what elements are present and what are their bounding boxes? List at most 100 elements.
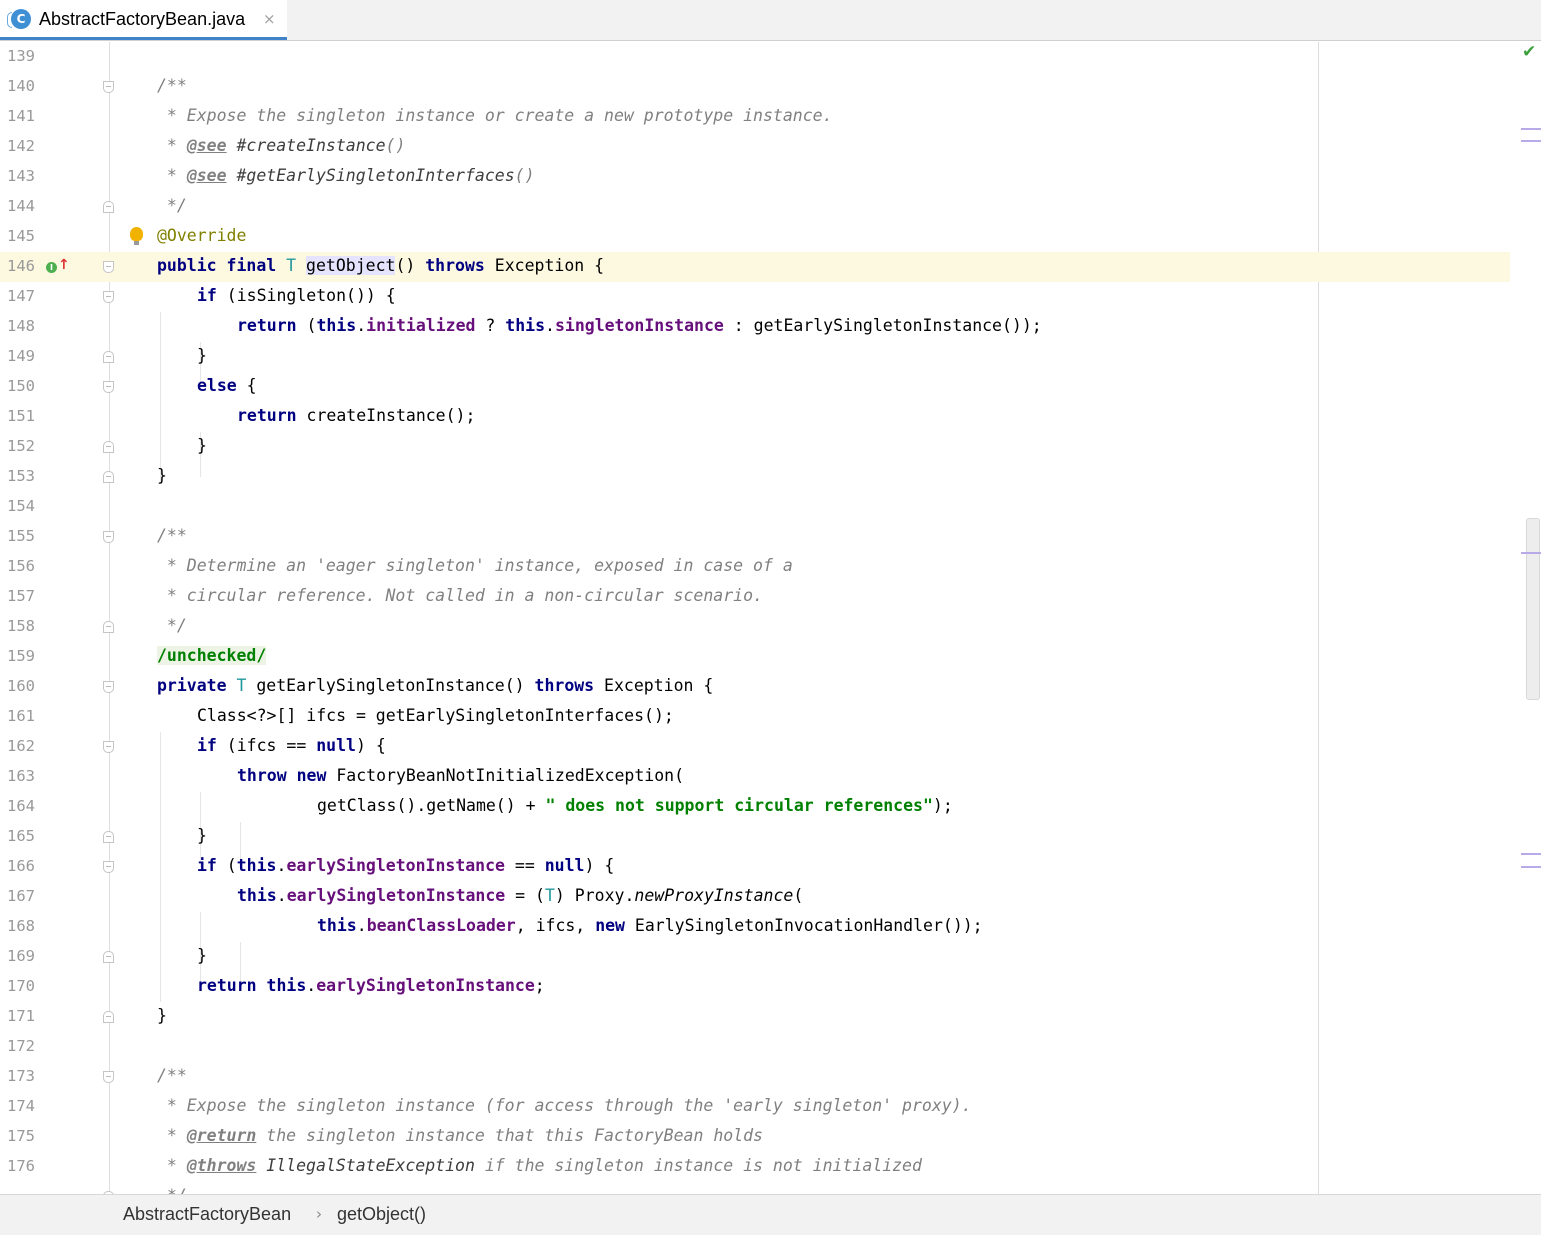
code-text: . xyxy=(276,856,287,875)
field: earlySingletonInstance xyxy=(286,886,506,905)
current-line: 146 I ↑ public final T getObject() throw… xyxy=(0,252,1510,282)
line-number: 172 xyxy=(7,1037,35,1055)
scrollbar-thumb[interactable] xyxy=(1526,518,1540,700)
fold-icon[interactable] xyxy=(103,351,114,363)
keyword: public xyxy=(157,256,217,275)
error-stripe-mark[interactable] xyxy=(1521,866,1541,868)
folded-annotation[interactable]: /unchecked/ xyxy=(157,646,267,665)
comment: () xyxy=(514,166,535,185)
comment: () xyxy=(385,136,406,155)
keyword: else xyxy=(197,376,237,395)
code-text: () xyxy=(395,256,426,275)
line-number: 154 xyxy=(7,497,35,515)
error-stripe-mark[interactable] xyxy=(1521,128,1541,130)
fold-icon[interactable] xyxy=(103,201,114,213)
fold-icon[interactable] xyxy=(103,1071,114,1083)
tab-abstractfactorybean[interactable]: C AbstractFactoryBean.java × xyxy=(0,0,287,40)
error-stripe-mark[interactable] xyxy=(1521,552,1541,554)
keyword: this xyxy=(505,316,546,335)
check-icon[interactable]: ✔ xyxy=(1522,42,1536,62)
code-line: 140 /** xyxy=(0,72,1510,102)
code-line: 168 this.beanClassLoader, ifcs, new Earl… xyxy=(0,912,1510,942)
keyword: new xyxy=(595,916,625,935)
code-editor[interactable]: 139 140 /** 141 * Expose the singleton i… xyxy=(0,42,1541,1194)
code-text: Exception { xyxy=(484,256,605,275)
comment: /** xyxy=(157,1066,187,1085)
fold-icon[interactable] xyxy=(103,951,114,963)
fold-icon[interactable] xyxy=(103,471,114,483)
fold-icon[interactable] xyxy=(103,831,114,843)
comment: * Expose the singleton instance or creat… xyxy=(157,106,833,125)
comment: * Expose the singleton instance (for acc… xyxy=(157,1096,972,1115)
keyword: if xyxy=(197,736,217,755)
keyword: private xyxy=(157,676,227,695)
error-stripe-mark[interactable] xyxy=(1521,853,1541,855)
code-line: 149 } xyxy=(0,342,1510,372)
field: beanClassLoader xyxy=(366,916,516,935)
line-number: 167 xyxy=(7,887,35,905)
code-text: Class<?>[] ifcs = getEarlySingletonInter… xyxy=(197,706,674,725)
implements-method-icon[interactable]: I xyxy=(46,262,57,273)
code-line: 169 } xyxy=(0,942,1510,972)
code-text: { xyxy=(236,376,257,395)
up-arrow-icon[interactable]: ↑ xyxy=(58,257,70,273)
code-line: 175 * @return the singleton instance tha… xyxy=(0,1122,1510,1152)
error-stripe-mark[interactable] xyxy=(1521,140,1541,142)
close-icon[interactable]: × xyxy=(263,10,276,28)
line-number: 150 xyxy=(7,377,35,395)
breadcrumb-class[interactable]: AbstractFactoryBean xyxy=(123,1204,291,1225)
comment: * circular reference. Not called in a no… xyxy=(157,586,763,605)
keyword: throws xyxy=(534,676,595,695)
fold-icon[interactable] xyxy=(103,291,114,303)
annotation: @Override xyxy=(157,226,247,245)
comment: * xyxy=(157,1126,187,1145)
fold-icon[interactable] xyxy=(103,681,114,693)
line-number: 176 xyxy=(7,1157,35,1175)
code-line: 165 } xyxy=(0,822,1510,852)
javadoc-ref: IllegalStateException xyxy=(256,1156,475,1175)
line-number: 164 xyxy=(7,797,35,815)
fold-icon[interactable] xyxy=(103,741,114,753)
javadoc-tag: @return xyxy=(186,1126,257,1145)
line-number: 175 xyxy=(7,1127,35,1145)
type-parameter: T xyxy=(286,256,297,275)
line-number: 159 xyxy=(7,647,35,665)
line-number: 153 xyxy=(7,467,35,485)
fold-icon[interactable] xyxy=(103,531,114,543)
code-line: 155 /** xyxy=(0,522,1510,552)
code-text: EarlySingletonInvocationHandler()); xyxy=(625,916,983,935)
keyword: null xyxy=(544,856,585,875)
code-text: FactoryBeanNotInitializedException( xyxy=(326,766,685,785)
line-number: 142 xyxy=(7,137,35,155)
method-name: getObject xyxy=(306,256,396,275)
line-number: 140 xyxy=(7,77,35,95)
chevron-right-icon: › xyxy=(316,1205,322,1223)
code-line: 172 xyxy=(0,1032,1510,1062)
keyword: this xyxy=(236,856,277,875)
tab-title: AbstractFactoryBean.java xyxy=(39,9,246,29)
code-line: 145 @Override xyxy=(0,222,1510,252)
fold-icon[interactable] xyxy=(103,441,114,453)
fold-icon[interactable] xyxy=(103,261,114,273)
line-number: 156 xyxy=(7,557,35,575)
fold-icon[interactable] xyxy=(103,381,114,393)
line-number: 139 xyxy=(7,47,35,65)
fold-icon[interactable] xyxy=(103,1011,114,1023)
comment: /** xyxy=(157,526,187,545)
keyword: return xyxy=(197,976,257,995)
code-line: 156 * Determine an 'eager singleton' ins… xyxy=(0,552,1510,582)
comment: /** xyxy=(157,76,187,95)
code-line: 161 Class<?>[] ifcs = getEarlySingletonI… xyxy=(0,702,1510,732)
code-text: . xyxy=(545,316,555,335)
breadcrumb-method[interactable]: getObject() xyxy=(337,1204,426,1225)
fold-icon[interactable] xyxy=(103,861,114,873)
string-literal: " does not support circular references" xyxy=(545,796,933,815)
fold-icon[interactable] xyxy=(103,81,114,93)
field: earlySingletonInstance xyxy=(316,976,535,995)
fold-icon[interactable] xyxy=(103,621,114,633)
lightbulb-icon[interactable] xyxy=(130,227,143,245)
code-line: 170 return this.earlySingletonInstance; xyxy=(0,972,1510,1002)
code-line: 176 * @throws IllegalStateException if t… xyxy=(0,1152,1510,1182)
code-line: 151 return createInstance(); xyxy=(0,402,1510,432)
code-text: . xyxy=(276,886,287,905)
